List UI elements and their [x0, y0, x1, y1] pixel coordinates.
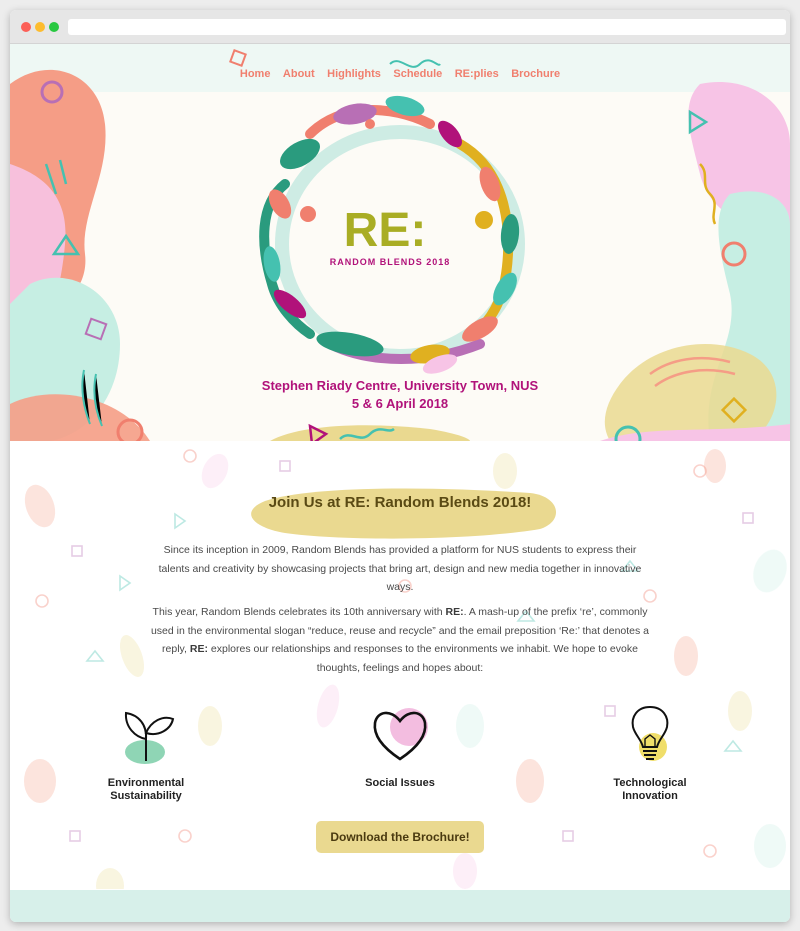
event-dates: 5 & 6 April 2018 [351, 396, 449, 411]
download-brochure-button[interactable]: Download the Brochure! [316, 821, 484, 853]
intro-section: Join Us at RE: Random Blends 2018! Since… [10, 441, 790, 889]
address-bar[interactable] [68, 19, 786, 35]
browser-window: RE: RANDOM BLENDS 2018 Home About Highli… [10, 10, 790, 922]
feature-technological-innovation: Technological Innovation [575, 699, 725, 803]
re-emphasis: RE: [189, 643, 208, 655]
intro-paragraph-2: This year, Random Blends celebrates its … [150, 603, 650, 677]
nav-schedule[interactable]: Schedule [393, 68, 442, 80]
browser-chrome [10, 10, 790, 44]
paragraph-text: This year, Random Blends celebrates its … [152, 606, 446, 618]
nav-brochure[interactable]: Brochure [511, 68, 560, 80]
event-venue: Stephen Riady Centre, University Town, N… [261, 378, 539, 393]
feature-label: Innovation [622, 790, 678, 802]
sprout-icon [124, 711, 175, 764]
nav-about[interactable]: About [283, 68, 315, 80]
intro-paragraph-1: Since its inception in 2009, Random Blen… [158, 544, 642, 593]
feature-environmental-sustainability: Environmental Sustainability [71, 699, 221, 803]
lightbulb-icon [631, 705, 669, 761]
re-emphasis: RE: [445, 606, 464, 618]
hero-section: RE: RANDOM BLENDS 2018 Home About Highli… [10, 44, 790, 441]
logo-title: RE: [344, 204, 427, 257]
nav-home[interactable]: Home [240, 68, 271, 80]
heart-icon [373, 708, 428, 761]
feature-label: Sustainability [110, 790, 182, 802]
logo-subtitle: RANDOM BLENDS 2018 [330, 257, 451, 267]
footer-band [10, 890, 790, 922]
intro-heading: Join Us at RE: Random Blends 2018! [268, 494, 532, 511]
minimize-window-button[interactable] [35, 22, 45, 32]
paragraph-text: explores our relationships and responses… [207, 643, 638, 674]
nav-highlights[interactable]: Highlights [327, 68, 381, 80]
close-window-button[interactable] [21, 22, 31, 32]
feature-label: Social Issues [365, 777, 435, 789]
nav-replies[interactable]: RE:plies [455, 68, 499, 80]
feature-label: Environmental [107, 777, 185, 789]
maximize-window-button[interactable] [49, 22, 59, 32]
feature-social-issues: Social Issues [325, 699, 475, 790]
main-nav: Home About Highlights Schedule RE:plies … [10, 64, 790, 82]
feature-label: Technological [613, 777, 687, 789]
